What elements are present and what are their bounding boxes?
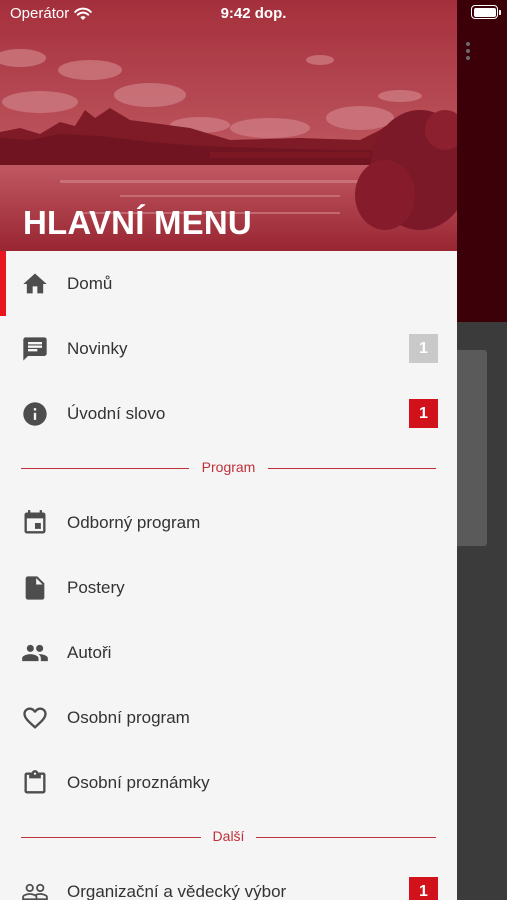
clipboard-icon: [24, 770, 46, 794]
section-label: Další: [0, 828, 457, 844]
people-icon: [22, 644, 48, 662]
section-label: Program: [0, 459, 457, 475]
menu-item-osobni-poznamky[interactable]: Osobní proznámky: [0, 750, 457, 815]
navigation-drawer: HLAVNÍ MENU Domů Novinky 1 Úvodní slovo …: [0, 0, 457, 900]
menu-item-postery[interactable]: Postery: [0, 555, 457, 620]
status-bar: Operátor 9:42 dop.: [0, 0, 507, 26]
unread-badge: 1: [409, 877, 438, 900]
menu-item-label: Osobní proznámky: [67, 772, 210, 792]
battery-icon: [471, 5, 501, 19]
info-icon: [23, 402, 47, 426]
menu-item-label: Odborný program: [67, 512, 201, 532]
menu-item-uvodni-slovo[interactable]: Úvodní slovo 1: [0, 381, 457, 446]
menu-item-label: Novinky: [67, 338, 128, 358]
menu-item-label: Osobní program: [67, 707, 190, 727]
menu-item-odborny-program[interactable]: Odborný program: [0, 490, 457, 555]
unread-badge: 1: [409, 399, 438, 428]
more-options-icon[interactable]: [463, 42, 473, 64]
section-program: Program: [0, 446, 457, 490]
menu-item-organizacni-vybor[interactable]: Organizační a vědecký výbor 1: [0, 859, 457, 900]
section-other: Další: [0, 815, 457, 859]
menu-item-label: Úvodní slovo: [67, 403, 166, 423]
menu-item-novinky[interactable]: Novinky 1: [0, 316, 457, 381]
heart-icon: [23, 707, 47, 729]
menu-item-label: Autoři: [67, 642, 112, 662]
clock: 9:42 dop.: [220, 5, 287, 22]
people-outline-icon: [22, 883, 48, 900]
home-icon: [23, 273, 47, 294]
menu-item-label: Organizační a vědecký výbor: [67, 881, 287, 900]
unread-badge: 1: [409, 334, 438, 363]
menu-item-osobni-program[interactable]: Osobní program: [0, 685, 457, 750]
document-icon: [25, 576, 45, 600]
message-icon: [23, 337, 47, 361]
drawer-title: HLAVNÍ MENU: [23, 204, 252, 241]
menu-item-label: Postery: [67, 577, 125, 597]
drawer-header: HLAVNÍ MENU: [0, 0, 457, 251]
calendar-icon: [24, 510, 46, 534]
background-card: [457, 350, 487, 546]
menu-item-domu[interactable]: Domů: [0, 251, 457, 316]
menu-item-autori[interactable]: Autoři: [0, 620, 457, 685]
menu-item-label: Domů: [67, 273, 113, 293]
